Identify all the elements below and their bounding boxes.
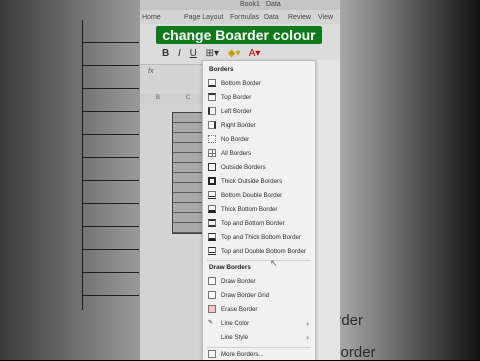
tab-formulas[interactable]: Formulas xyxy=(230,14,259,21)
menu-item-all-borders[interactable]: All Borders xyxy=(203,148,315,161)
border-icon xyxy=(208,163,216,171)
mouse-cursor-icon: ↖ xyxy=(270,258,278,268)
menu-item-bottom-double-border[interactable]: Bottom Double Border xyxy=(203,190,315,203)
menu-item-top-and-bottom-border[interactable]: Top and Bottom Border xyxy=(203,218,315,231)
pen-color-icon: ✎ xyxy=(208,319,214,326)
border-icon xyxy=(208,233,216,241)
formula-label: fx xyxy=(148,68,154,75)
section-heading: Borders xyxy=(209,66,234,73)
border-icon xyxy=(208,191,216,199)
selected-cell-range[interactable] xyxy=(172,112,204,234)
column-c[interactable]: C xyxy=(186,95,190,101)
background-grid-cells xyxy=(82,20,139,310)
ribbon-tabs: Home Page Layout Formulas Data Review Vi… xyxy=(140,12,340,24)
italic-button[interactable]: I xyxy=(178,48,181,59)
tab-home[interactable]: Home xyxy=(142,14,161,21)
borders-dropdown-menu: Borders Bottom Border Top Border Left Bo… xyxy=(202,60,316,360)
menu-item-top-and-double-bottom-border[interactable]: Top and Double Bottom Border xyxy=(203,246,315,259)
chevron-right-icon: › xyxy=(306,319,309,328)
background-right-blur xyxy=(340,0,480,360)
menu-item-more-borders[interactable]: More Borders... xyxy=(203,349,315,360)
menu-item-thick-bottom-border[interactable]: Thick Bottom Border xyxy=(203,204,315,217)
border-icon xyxy=(208,219,216,227)
tab-review[interactable]: Review xyxy=(288,14,311,21)
underline-button[interactable]: U xyxy=(190,48,197,59)
border-icon xyxy=(208,177,216,185)
column-b[interactable]: B xyxy=(156,95,160,101)
grid-pencil-icon xyxy=(208,291,216,299)
border-icon xyxy=(208,247,216,255)
border-icon xyxy=(208,135,216,143)
menu-item-erase-border[interactable]: Erase Border xyxy=(203,304,315,317)
sheet-area xyxy=(314,60,340,360)
caption-banner: change Boarder colour xyxy=(156,26,322,44)
border-icon xyxy=(208,93,216,101)
menu-item-draw-border[interactable]: Draw Border xyxy=(203,276,315,289)
menu-item-top-border[interactable]: Top Border xyxy=(203,92,315,105)
menu-item-left-border[interactable]: Left Border xyxy=(203,106,315,119)
menu-item-line-style[interactable]: Line Style › xyxy=(203,332,315,345)
bold-button[interactable]: B xyxy=(162,48,169,59)
eraser-icon xyxy=(208,305,216,313)
border-icon xyxy=(208,121,216,129)
all-borders-icon xyxy=(208,350,216,358)
menu-item-outside-borders[interactable]: Outside Borders xyxy=(203,162,315,175)
chevron-right-icon: › xyxy=(306,333,309,342)
background-text: Border xyxy=(318,312,364,329)
menu-item-top-and-thick-bottom-border[interactable]: Top and Thick Bottom Border xyxy=(203,232,315,245)
font-style-buttons: B I U ⊞▾ ◆▾ A▾ xyxy=(162,48,266,59)
window-title: Book1 xyxy=(240,1,260,8)
menu-item-thick-outside-borders[interactable]: Thick Outside Borders xyxy=(203,176,315,189)
menu-item-draw-border-grid[interactable]: Draw Border Grid xyxy=(203,290,315,303)
menu-item-line-color[interactable]: ✎ Line Color › xyxy=(203,318,315,331)
tab-page-layout[interactable]: Page Layout xyxy=(184,14,223,21)
title-bar: Book1 Data xyxy=(140,0,340,10)
tab-data[interactable]: Data xyxy=(264,14,279,21)
menu-separator xyxy=(207,347,311,348)
search-box[interactable]: Data xyxy=(266,1,281,8)
excel-window: Book1 Data Home Page Layout Formulas Dat… xyxy=(140,0,340,360)
border-icon xyxy=(208,107,216,115)
border-icon xyxy=(208,149,216,157)
section-heading: Draw Borders xyxy=(209,264,251,271)
menu-item-bottom-border[interactable]: Bottom Border xyxy=(203,78,315,91)
background-text: n Border xyxy=(318,344,376,361)
border-icon xyxy=(208,205,216,213)
pencil-icon xyxy=(208,277,216,285)
menu-separator xyxy=(207,260,311,261)
borders-dropdown-icon[interactable]: ⊞▾ xyxy=(206,48,219,59)
font-color-icon[interactable]: A▾ xyxy=(249,48,261,59)
menu-item-right-border[interactable]: Right Border xyxy=(203,120,315,133)
fill-color-icon[interactable]: ◆▾ xyxy=(228,48,241,59)
border-icon xyxy=(208,79,216,87)
menu-item-no-border[interactable]: No Border xyxy=(203,134,315,147)
tab-view[interactable]: View xyxy=(318,14,333,21)
